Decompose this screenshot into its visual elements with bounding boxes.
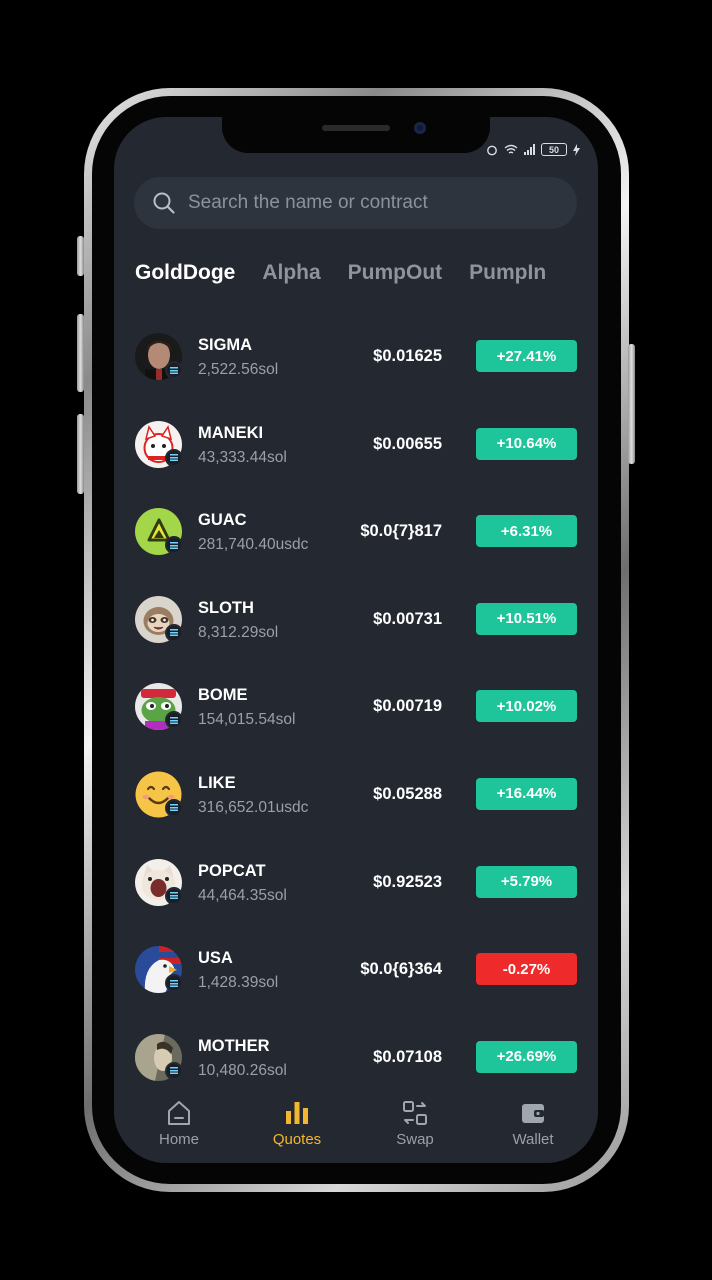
price-change-badge: +26.69%: [476, 1040, 577, 1073]
nav-swap[interactable]: Swap: [360, 1091, 470, 1163]
token-volume: 281,740.40usdc: [198, 536, 309, 554]
battery-icon: 50: [541, 143, 567, 156]
nav-home[interactable]: Home: [124, 1091, 234, 1163]
token-row-popcat[interactable]: POPCAT 44,464.35sol $0.92523 +5.79%: [114, 839, 598, 927]
solana-chain-icon: [165, 623, 183, 642]
nav-label: Home: [158, 1131, 199, 1148]
tab-alpha[interactable]: Alpha: [262, 261, 320, 285]
front-camera: [414, 122, 426, 134]
token-volume: 43,333.44sol: [198, 448, 287, 466]
tab-golddoge[interactable]: GoldDoge: [135, 261, 235, 285]
search-bar[interactable]: [134, 177, 577, 229]
price-change-badge: +27.41%: [476, 340, 577, 372]
price-change-badge: -0.27%: [476, 953, 577, 986]
token-row-usa[interactable]: USA 1,428.39sol $0.0{6}364 -0.27%: [114, 926, 598, 1014]
category-tabs: GoldDoge Alpha PumpOut PumpIn: [135, 261, 573, 285]
token-symbol: MOTHER: [198, 1036, 270, 1055]
power-button: [628, 344, 635, 464]
token-symbol: GUAC: [198, 511, 247, 530]
tab-pumpin[interactable]: PumpIn: [469, 261, 546, 285]
token-list: SIGMA 2,522.56sol $0.01625 +27.41% MANEK…: [114, 313, 598, 1101]
token-symbol: POPCAT: [198, 861, 266, 880]
token-symbol: SLOTH: [198, 598, 254, 617]
token-price: $0.92523: [373, 872, 442, 891]
token-volume: 2,522.56sol: [198, 361, 279, 378]
mute-switch: [77, 236, 84, 276]
token-price: $0.00731: [373, 609, 442, 628]
nav-wallet[interactable]: Wallet: [478, 1091, 588, 1163]
token-row-sigma[interactable]: SIGMA 2,522.56sol $0.01625 +27.41%: [114, 313, 598, 401]
token-price: $0.00719: [373, 697, 442, 716]
price-change-badge: +6.31%: [476, 515, 577, 548]
nav-label: Quotes: [272, 1131, 322, 1148]
token-symbol: MANEKI: [198, 423, 264, 442]
token-price: $0.0{6}364: [360, 960, 442, 979]
token-row-like[interactable]: LIKE 316,652.01usdc $0.05288 +16.44%: [114, 751, 598, 839]
search-input[interactable]: [188, 192, 548, 214]
token-symbol: SIGMA: [198, 336, 253, 354]
solana-chain-icon: [165, 361, 183, 379]
token-volume: 44,464.35sol: [198, 886, 287, 904]
token-price: $0.00655: [373, 434, 442, 453]
home-icon: [168, 1101, 190, 1125]
wifi-icon: [504, 144, 518, 154]
charging-icon: [573, 143, 580, 156]
solana-chain-icon: [165, 1061, 183, 1080]
price-change-badge: +16.44%: [476, 777, 577, 810]
price-change-badge: +10.02%: [476, 690, 577, 723]
solana-chain-icon: [165, 974, 183, 993]
token-price: $0.07108: [373, 1047, 442, 1066]
nav-label: Swap: [396, 1131, 434, 1148]
bottom-navigation: Home Quotes Swap Wallet: [114, 1091, 598, 1163]
token-symbol: LIKE: [198, 773, 236, 792]
token-price: $0.01625: [373, 347, 442, 365]
volume-up-button: [77, 314, 84, 392]
app-screen: 50 GoldDoge Alpha PumpOut PumpIn SIGMA 2…: [114, 117, 598, 1163]
alarm-icon: [487, 145, 497, 155]
search-icon: [153, 192, 175, 214]
wallet-icon: [522, 1104, 544, 1123]
token-volume: 10,480.26sol: [198, 1061, 287, 1079]
price-change-badge: +10.64%: [476, 427, 577, 460]
solana-chain-icon: [165, 536, 183, 555]
solana-chain-icon: [165, 711, 183, 730]
volume-down-button: [77, 414, 84, 494]
speaker-grille: [322, 125, 390, 131]
token-row-bome[interactable]: BOME 154,015.54sol $0.00719 +10.02%: [114, 663, 598, 751]
token-symbol: BOME: [198, 686, 248, 705]
token-row-guac[interactable]: GUAC 281,740.40usdc $0.0{7}817 +6.31%: [114, 488, 598, 576]
token-row-maneki[interactable]: MANEKI 43,333.44sol $0.00655 +10.64%: [114, 401, 598, 489]
status-icons: 50: [486, 143, 580, 156]
token-row-mother[interactable]: MOTHER 10,480.26sol $0.07108 +26.69%: [114, 1014, 598, 1102]
swap-icon: [403, 1101, 427, 1125]
token-price: $0.05288: [373, 784, 442, 803]
token-row-sloth[interactable]: SLOTH 8,312.29sol $0.00731 +10.51%: [114, 576, 598, 664]
token-volume: 154,015.54sol: [198, 711, 296, 729]
tab-pumpout[interactable]: PumpOut: [348, 261, 443, 285]
price-change-badge: +5.79%: [476, 865, 577, 898]
bar-chart-icon: [286, 1102, 308, 1124]
solana-chain-icon: [165, 886, 183, 905]
token-volume: 316,652.01usdc: [198, 798, 309, 816]
notch: [222, 117, 490, 153]
signal-strength-icon: [524, 144, 535, 155]
token-volume: 8,312.29sol: [198, 623, 279, 641]
token-symbol: USA: [198, 949, 233, 968]
price-change-badge: +10.51%: [476, 602, 577, 635]
nav-quotes[interactable]: Quotes: [242, 1091, 352, 1163]
solana-chain-icon: [165, 448, 183, 467]
solana-chain-icon: [165, 798, 183, 817]
nav-label: Wallet: [512, 1131, 554, 1148]
token-price: $0.0{7}817: [360, 522, 442, 541]
token-volume: 1,428.39sol: [198, 974, 279, 992]
